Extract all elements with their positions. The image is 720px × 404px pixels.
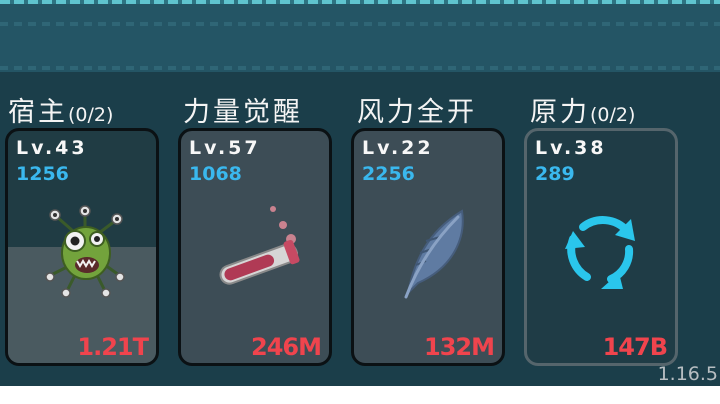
- bottom-strip: [0, 386, 720, 404]
- skill-card-power-awakening[interactable]: Lv.57 1068 246M: [178, 128, 332, 366]
- card-level: Lv.38: [535, 137, 607, 159]
- skill-card-host[interactable]: Lv.43 1256 1.21T: [5, 128, 159, 366]
- upgrade-cost: 1.21T: [77, 333, 149, 361]
- card-title-label: 原力: [530, 97, 590, 128]
- refresh-cycle-icon: [565, 216, 635, 289]
- skill-card-force[interactable]: Lv.38 289 147B: [524, 128, 678, 366]
- card-title-label: 宿主: [8, 97, 68, 128]
- header-border: [0, 0, 720, 4]
- card-count: (0/2): [590, 104, 636, 126]
- card-value: 1068: [189, 163, 242, 185]
- alien-monster-icon: [45, 205, 125, 298]
- card-value: 2256: [362, 163, 415, 185]
- header-divider: [0, 66, 720, 70]
- header-divider: [0, 22, 720, 26]
- upgrade-cost: 132M: [424, 333, 495, 361]
- card-title-host: 宿主(0/2): [8, 90, 114, 128]
- header-band: [0, 0, 720, 72]
- version-label: 1.16.5: [657, 363, 718, 385]
- card-value: 1256: [16, 163, 69, 185]
- card-title-wind-power: 风力全开: [357, 90, 477, 128]
- card-title-power-awakening: 力量觉醒: [183, 90, 303, 128]
- potion-test-tube-icon: [219, 206, 300, 285]
- card-title-force: 原力(0/2): [530, 90, 636, 128]
- card-value: 289: [535, 163, 575, 185]
- card-count: (0/2): [68, 104, 114, 126]
- card-level: Lv.57: [189, 137, 261, 159]
- card-level: Lv.22: [362, 137, 434, 159]
- feather-icon: [404, 209, 464, 299]
- upgrade-cost: 246M: [251, 333, 322, 361]
- card-title-label: 风力全开: [357, 97, 477, 128]
- card-level: Lv.43: [16, 137, 88, 159]
- skill-card-wind-power[interactable]: Lv.22 2256 132M: [351, 128, 505, 366]
- game-screen: 宿主(0/2) Lv.43 1256 1.21T 力量觉醒 Lv.57 1068…: [0, 0, 720, 404]
- upgrade-cost: 147B: [602, 333, 668, 361]
- card-title-label: 力量觉醒: [183, 97, 303, 128]
